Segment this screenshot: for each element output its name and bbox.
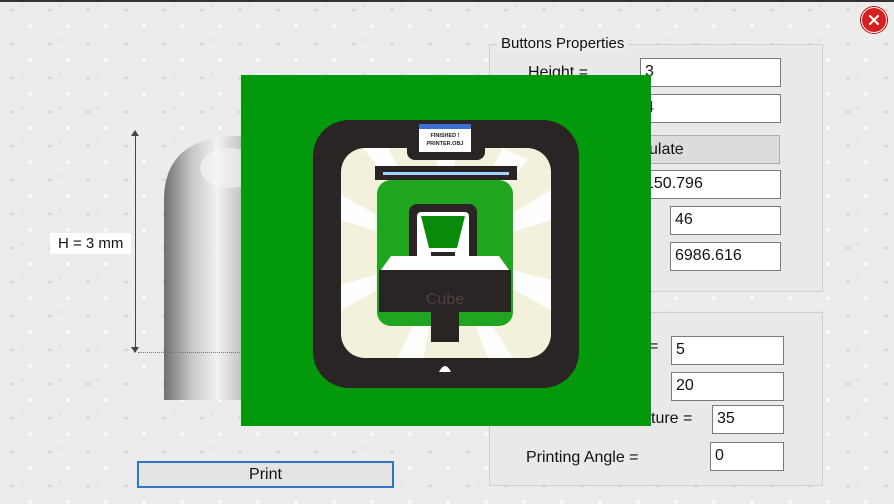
param7-input[interactable]: 20 xyxy=(671,372,784,401)
param2-input[interactable]: 4 xyxy=(640,94,781,123)
temperature-label: ture = xyxy=(651,410,693,427)
temperature-input[interactable]: 35 xyxy=(712,405,784,434)
close-button[interactable] xyxy=(861,7,887,33)
param3-input[interactable]: 150.796 xyxy=(640,170,781,199)
window-top-border xyxy=(0,0,894,2)
cube-printer-logo: FINISHED ! PRINTER.OBJ Cube xyxy=(313,120,579,388)
height-dimension-label: H = 3 mm xyxy=(50,233,132,254)
param5-input[interactable]: 6986.616 xyxy=(670,242,781,271)
screen-text-line1: FINISHED ! xyxy=(430,133,459,139)
app-window: H = 3 mm Buttons Properties Height = 3 4… xyxy=(0,0,894,504)
buttons-properties-title: Buttons Properties xyxy=(497,35,629,52)
splash-overlay: FINISHED ! PRINTER.OBJ Cube xyxy=(241,75,651,426)
cube-brand-text: Cube xyxy=(426,291,464,308)
param4-input[interactable]: 46 xyxy=(670,206,781,235)
height-input[interactable]: 3 xyxy=(640,58,781,87)
printing-angle-label: Printing Angle = xyxy=(526,449,639,466)
printing-angle-input[interactable]: 0 xyxy=(710,442,784,471)
dimension-line xyxy=(135,132,136,352)
screen-text-line2: PRINTER.OBJ xyxy=(427,141,464,147)
calculate-button[interactable]: ulate xyxy=(640,135,780,164)
print-button[interactable]: Print xyxy=(137,461,394,488)
close-icon xyxy=(868,14,880,26)
param6-input[interactable]: 5 xyxy=(671,336,784,365)
base-guide-line xyxy=(138,352,258,353)
